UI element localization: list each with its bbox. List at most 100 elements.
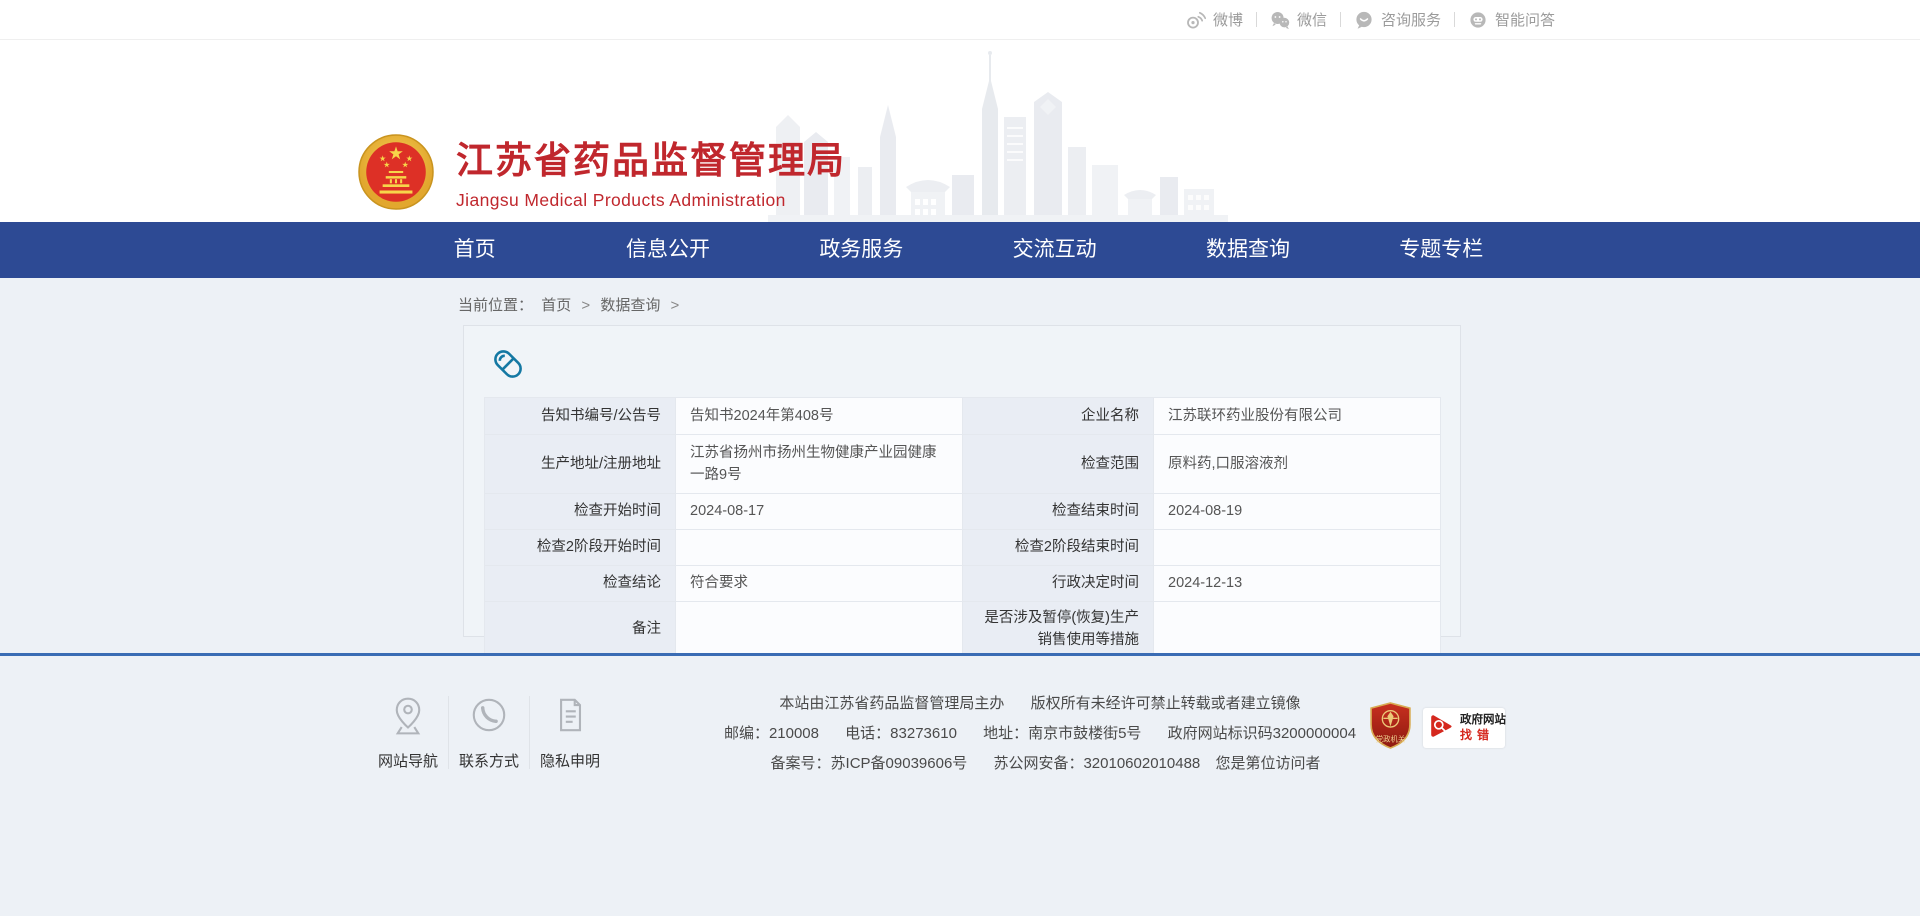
find-error-magnifier-icon (1429, 713, 1455, 744)
footer-site-id: 政府网站标识码3200000004 (1168, 725, 1356, 742)
footer-line-2: 邮编：210008 电话：83273610 地址：南京市鼓楼街5号 政府网站标识… (690, 719, 1390, 749)
site-title: 江苏省药品监督管理局 (456, 140, 846, 183)
table-label: 检查结束时间 (963, 494, 1154, 530)
site-identity: 江苏省药品监督管理局 Jiangsu Medical Products Admi… (456, 134, 846, 211)
nav-item-interaction[interactable]: 交流互动 (958, 222, 1151, 278)
weibo-label: 微博 (1213, 9, 1243, 30)
table-label: 检查2阶段开始时间 (485, 530, 676, 566)
topbar-separator (1454, 12, 1455, 27)
site-header: 江苏省药品监督管理局 Jiangsu Medical Products Admi… (0, 40, 1920, 222)
breadcrumb-link-home[interactable]: 首页 (541, 297, 571, 314)
table-value: 江苏省扬州市扬州生物健康产业园健康一路9号 (676, 435, 963, 494)
breadcrumb: 当前位置： 首页 > 数据查询 > (458, 294, 1920, 312)
table-value (1154, 602, 1441, 658)
main-nav: 首页 信息公开 政务服务 交流互动 数据查询 专题专栏 (0, 222, 1920, 278)
table-label: 检查结论 (485, 566, 676, 602)
consult-service-link[interactable]: 咨询服务 (1354, 9, 1441, 30)
footer-host-text: 本站由江苏省药品监督管理局主办 (779, 695, 1004, 712)
wechat-link[interactable]: 微信 (1270, 9, 1327, 30)
badge-gov-site-label: 政府网站 (1460, 713, 1506, 727)
table-label: 生产地址/注册地址 (485, 435, 676, 494)
table-row: 检查结论 符合要求 行政决定时间 2024-12-13 (485, 566, 1441, 602)
badge-find-error-label: 找错 (1460, 728, 1506, 743)
footer-postcode: 邮编：210008 (724, 725, 819, 742)
footer-copyright-text: 版权所有未经许可禁止转载或者建立镜像 (1031, 695, 1301, 712)
nav-item-data-query[interactable]: 数据查询 (1151, 222, 1344, 278)
privacy-icon (549, 723, 591, 740)
topbar-separator (1340, 12, 1341, 27)
breadcrumb-link-data-query[interactable]: 数据查询 (600, 297, 660, 314)
breadcrumb-separator: > (671, 297, 680, 314)
table-value: 符合要求 (676, 566, 963, 602)
table-label: 检查开始时间 (485, 494, 676, 530)
footer-link-sitemap[interactable]: 网站导航 (368, 694, 448, 771)
footer-icp-number: 备案号：苏ICP备09039606号 (771, 755, 968, 772)
table-value: 2024-12-13 (1154, 566, 1441, 602)
consult-label: 咨询服务 (1381, 9, 1441, 30)
table-value (1154, 530, 1441, 566)
topbar: 微博 微信 咨询服务 (0, 0, 1920, 40)
inspection-detail-card: 告知书编号/公告号 告知书2024年第408号 企业名称 江苏联环药业股份有限公… (463, 325, 1461, 637)
nav-item-gov-services[interactable]: 政务服务 (765, 222, 958, 278)
footer-visitor-counter: 您是第位访问者 (1215, 755, 1320, 772)
party-gov-shield-badge[interactable]: 党政机关 (1368, 702, 1413, 754)
nav-item-home[interactable]: 首页 (378, 222, 571, 278)
site-subtitle: Jiangsu Medical Products Administration (456, 190, 846, 211)
content-area: 当前位置： 首页 > 数据查询 > 告知书编号/公告号 告知书2024年第408… (0, 278, 1920, 653)
find-error-badge-text: 政府网站 找错 (1460, 713, 1506, 742)
table-value (676, 602, 963, 658)
footer-quick-links: 网站导航 联系方式 隐私申明 (368, 694, 610, 771)
footer-info: 本站由江苏省药品监督管理局主办 版权所有未经许可禁止转载或者建立镜像 邮编：21… (690, 689, 1390, 779)
footer-link-label: 隐私申明 (530, 750, 610, 771)
weibo-icon (1186, 10, 1206, 30)
table-label: 行政决定时间 (963, 566, 1154, 602)
map-pin-icon (387, 723, 429, 740)
table-label: 企业名称 (963, 398, 1154, 435)
table-row: 检查2阶段开始时间 检查2阶段结束时间 (485, 530, 1441, 566)
nav-item-special-topics[interactable]: 专题专栏 (1345, 222, 1538, 278)
footer-security-number: 苏公网安备：32010602010488 (993, 755, 1200, 772)
footer-address: 地址：南京市鼓楼街5号 (983, 725, 1141, 742)
footer-phone: 电话：83273610 (845, 725, 957, 742)
national-emblem-logo (358, 134, 434, 215)
table-row: 备注 是否涉及暂停(恢复)生产销售使用等措施 (485, 602, 1441, 658)
table-label: 检查范围 (963, 435, 1154, 494)
table-value: 告知书2024年第408号 (676, 398, 963, 435)
wechat-label: 微信 (1297, 9, 1327, 30)
smart-qa-link[interactable]: 智能问答 (1468, 9, 1555, 30)
footer-link-label: 网站导航 (368, 750, 448, 771)
breadcrumb-prefix: 当前位置： (458, 297, 533, 314)
footer-line-3: 备案号：苏ICP备09039606号 苏公网安备：32010602010488 … (690, 749, 1390, 779)
footer-link-contact[interactable]: 联系方式 (449, 694, 529, 771)
pill-icon (490, 346, 1440, 387)
table-row: 生产地址/注册地址 江苏省扬州市扬州生物健康产业园健康一路9号 检查范围 原料药… (485, 435, 1441, 494)
table-row: 检查开始时间 2024-08-17 检查结束时间 2024-08-19 (485, 494, 1441, 530)
table-label: 检查2阶段结束时间 (963, 530, 1154, 566)
consult-icon (1354, 10, 1374, 30)
qa-icon (1468, 10, 1488, 30)
breadcrumb-separator: > (581, 297, 590, 314)
table-value: 原料药,口服溶液剂 (1154, 435, 1441, 494)
footer-link-privacy[interactable]: 隐私申明 (530, 694, 610, 771)
phone-icon (468, 723, 510, 740)
wechat-icon (1270, 10, 1290, 30)
topbar-separator (1256, 12, 1257, 27)
svg-text:党政机关: 党政机关 (1376, 734, 1406, 743)
table-row: 告知书编号/公告号 告知书2024年第408号 企业名称 江苏联环药业股份有限公… (485, 398, 1441, 435)
table-value: 2024-08-19 (1154, 494, 1441, 530)
table-label: 告知书编号/公告号 (485, 398, 676, 435)
footer-line-1: 本站由江苏省药品监督管理局主办 版权所有未经许可禁止转载或者建立镜像 (690, 689, 1390, 719)
table-value: 2024-08-17 (676, 494, 963, 530)
qa-label: 智能问答 (1495, 9, 1555, 30)
footer-badges: 党政机关 政府网站 找错 (1368, 702, 1505, 754)
gov-site-find-error-badge[interactable]: 政府网站 找错 (1423, 708, 1505, 748)
table-value (676, 530, 963, 566)
weibo-link[interactable]: 微博 (1186, 9, 1243, 30)
footer: 网站导航 联系方式 隐私申明 (0, 656, 1920, 912)
table-label: 备注 (485, 602, 676, 658)
inspection-table: 告知书编号/公告号 告知书2024年第408号 企业名称 江苏联环药业股份有限公… (484, 397, 1441, 658)
table-label: 是否涉及暂停(恢复)生产销售使用等措施 (963, 602, 1154, 658)
table-value: 江苏联环药业股份有限公司 (1154, 398, 1441, 435)
nav-item-info-disclosure[interactable]: 信息公开 (571, 222, 764, 278)
footer-link-label: 联系方式 (449, 750, 529, 771)
